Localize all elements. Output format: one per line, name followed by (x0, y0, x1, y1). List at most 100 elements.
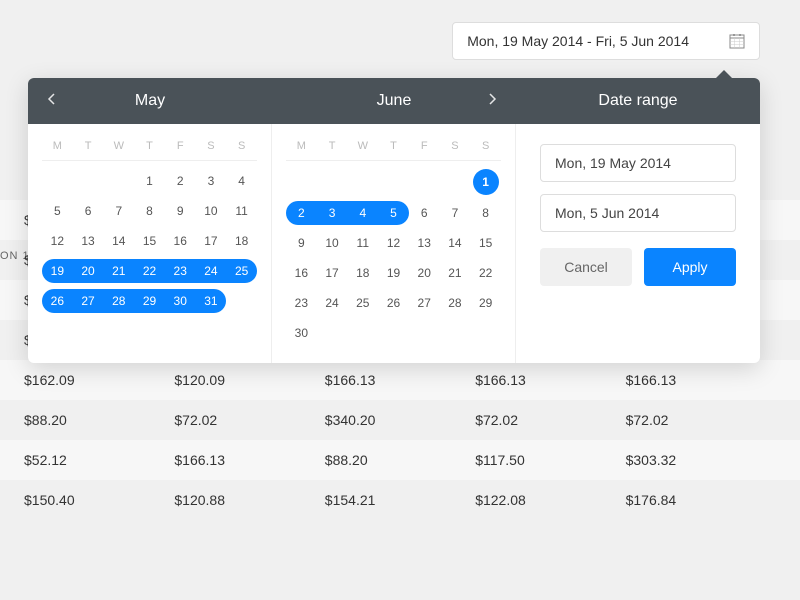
day-cell[interactable]: 29 (134, 289, 165, 313)
day-cell[interactable]: 6 (73, 199, 104, 223)
day-cell[interactable]: 18 (347, 261, 378, 285)
day-cell[interactable]: 9 (165, 199, 196, 223)
day-cell[interactable]: 5 (378, 201, 409, 225)
days-grid-june: 1234567891011121314151617181920212223242… (286, 169, 501, 345)
table-cell: $340.20 (325, 412, 475, 428)
day-cell[interactable]: 14 (440, 231, 471, 255)
day-cell[interactable]: 1 (473, 169, 499, 195)
dow-label: F (165, 140, 196, 152)
day-cell[interactable]: 28 (440, 291, 471, 315)
day-cell[interactable]: 25 (347, 291, 378, 315)
day-cell[interactable]: 28 (103, 289, 134, 313)
day-cell[interactable]: 4 (347, 201, 378, 225)
day-cell[interactable]: 16 (165, 229, 196, 253)
chevron-right-icon[interactable] (488, 92, 498, 111)
table-cell: $52.12 (24, 452, 174, 468)
table-cell: $120.88 (174, 492, 324, 508)
date-range-text: Mon, 19 May 2014 - Fri, 5 Jun 2014 (467, 33, 689, 49)
date-range-input[interactable]: Mon, 19 May 2014 - Fri, 5 Jun 2014 (452, 22, 760, 60)
table-cell: $117.50 (475, 452, 625, 468)
table-cell: $88.20 (325, 452, 475, 468)
day-cell[interactable]: 24 (196, 259, 227, 283)
range-from-input[interactable]: Mon, 19 May 2014 (540, 144, 736, 182)
table-cell: $166.13 (174, 452, 324, 468)
day-cell[interactable]: 13 (409, 231, 440, 255)
day-cell[interactable]: 21 (440, 261, 471, 285)
dow-label: T (317, 140, 348, 152)
dow-label: S (226, 140, 257, 152)
day-cell[interactable]: 22 (134, 259, 165, 283)
day-cell[interactable]: 4 (226, 169, 257, 193)
day-cell[interactable]: 13 (73, 229, 104, 253)
day-cell[interactable]: 10 (196, 199, 227, 223)
day-cell[interactable]: 25 (226, 259, 257, 283)
day-cell[interactable]: 18 (226, 229, 257, 253)
day-cell[interactable]: 20 (73, 259, 104, 283)
day-cell[interactable]: 19 (378, 261, 409, 285)
day-cell[interactable]: 7 (103, 199, 134, 223)
day-cell[interactable]: 19 (42, 259, 73, 283)
day-cell[interactable]: 11 (226, 199, 257, 223)
dow-label: W (103, 140, 134, 152)
day-cell[interactable]: 23 (286, 291, 317, 315)
day-cell[interactable]: 15 (470, 231, 501, 255)
dow-label: S (196, 140, 227, 152)
day-cell[interactable]: 16 (286, 261, 317, 285)
day-cell[interactable]: 10 (317, 231, 348, 255)
day-cell[interactable]: 7 (440, 201, 471, 225)
day-cell[interactable]: 1 (134, 169, 165, 193)
day-cell[interactable]: 3 (196, 169, 227, 193)
day-cell[interactable]: 2 (286, 201, 317, 225)
day-cell[interactable]: 27 (73, 289, 104, 313)
range-header: Date range (516, 78, 760, 124)
chevron-left-icon[interactable] (46, 92, 56, 111)
day-cell[interactable]: 14 (103, 229, 134, 253)
day-cell[interactable]: 9 (286, 231, 317, 255)
month-header-may: May (28, 78, 272, 124)
day-cell[interactable]: 8 (470, 201, 501, 225)
day-cell[interactable]: 17 (196, 229, 227, 253)
day-cell[interactable]: 27 (409, 291, 440, 315)
day-cell[interactable]: 24 (317, 291, 348, 315)
day-cell[interactable]: 11 (347, 231, 378, 255)
day-cell[interactable]: 17 (317, 261, 348, 285)
table-cell: $72.02 (626, 412, 776, 428)
cancel-button[interactable]: Cancel (540, 248, 632, 286)
day-cell[interactable]: 26 (378, 291, 409, 315)
day-cell[interactable]: 22 (470, 261, 501, 285)
calendar-may: MTWTFSS 12345678910111213141516171819202… (28, 124, 272, 363)
table-cell: $88.20 (24, 412, 174, 428)
day-cell[interactable]: 3 (317, 201, 348, 225)
table-cell: $166.13 (626, 372, 776, 388)
table-row: $88.20$72.02$340.20$72.02$72.02 (0, 400, 800, 440)
table-cell: $166.13 (325, 372, 475, 388)
day-cell[interactable]: 31 (196, 289, 227, 313)
day-cell[interactable]: 23 (165, 259, 196, 283)
month-label-may: May (135, 92, 165, 110)
apply-button[interactable]: Apply (644, 248, 736, 286)
day-cell[interactable]: 30 (286, 321, 317, 345)
range-sidebar: Mon, 19 May 2014 Mon, 5 Jun 2014 Cancel … (516, 124, 760, 363)
date-picker-popover: May June Date range MTWTFSS 123456789101… (28, 78, 760, 363)
month-label-june: June (377, 92, 412, 110)
day-cell[interactable]: 20 (409, 261, 440, 285)
day-cell[interactable]: 8 (134, 199, 165, 223)
table-cell: $166.13 (475, 372, 625, 388)
day-cell[interactable]: 26 (42, 289, 73, 313)
day-cell[interactable]: 30 (165, 289, 196, 313)
day-cell[interactable]: 12 (42, 229, 73, 253)
table-row: $150.40$120.88$154.21$122.08$176.84 (0, 480, 800, 520)
calendar-icon (729, 33, 745, 49)
day-cell[interactable]: 2 (165, 169, 196, 193)
day-cell[interactable]: 29 (470, 291, 501, 315)
day-cell[interactable]: 12 (378, 231, 409, 255)
range-to-input[interactable]: Mon, 5 Jun 2014 (540, 194, 736, 232)
day-cell[interactable]: 21 (103, 259, 134, 283)
day-cell[interactable]: 6 (409, 201, 440, 225)
dow-label: M (42, 140, 73, 152)
table-cell: $72.02 (174, 412, 324, 428)
day-cell[interactable]: 5 (42, 199, 73, 223)
dow-label: M (286, 140, 317, 152)
day-cell[interactable]: 15 (134, 229, 165, 253)
table-row: $52.12$166.13$88.20$117.50$303.32 (0, 440, 800, 480)
